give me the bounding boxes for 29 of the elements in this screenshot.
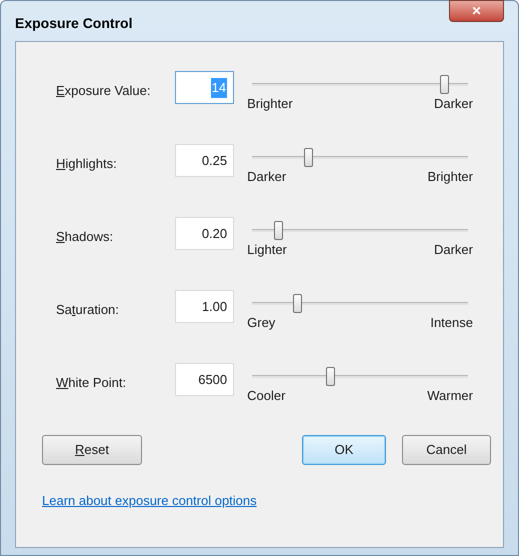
number-field[interactable]: 0.20 xyxy=(175,217,234,250)
slider-thumb[interactable] xyxy=(274,221,284,240)
min-label: Grey xyxy=(247,314,276,332)
field-label: Saturation: xyxy=(55,301,120,319)
field-label: Highlights: xyxy=(55,155,118,173)
cancel-button[interactable]: Cancel xyxy=(402,435,491,465)
field-label: Shadows: xyxy=(55,228,114,246)
reset-button[interactable]: Reset xyxy=(42,435,142,465)
max-label: Darker xyxy=(434,95,473,113)
min-label: Brighter xyxy=(247,95,293,113)
field-label: White Point: xyxy=(55,374,128,392)
min-label: Darker xyxy=(247,168,286,186)
field-label: Exposure Value: xyxy=(55,82,152,100)
min-label: Cooler xyxy=(247,387,286,405)
slider-thumb[interactable] xyxy=(293,294,302,313)
slider-thumb[interactable] xyxy=(326,367,335,386)
number-field[interactable]: 1.00 xyxy=(175,290,234,323)
max-label: Warmer xyxy=(427,387,473,405)
number-field[interactable]: 0.25 xyxy=(175,144,234,177)
max-label: Darker xyxy=(434,241,473,259)
window-title: Exposure Control xyxy=(15,14,132,33)
ok-button[interactable]: OK xyxy=(302,435,386,465)
slider-thumb[interactable] xyxy=(440,75,450,94)
max-label: Intense xyxy=(430,314,473,332)
slider-thumb[interactable] xyxy=(304,148,314,167)
min-label: Lighter xyxy=(247,241,287,259)
help-link[interactable]: Learn about exposure control options xyxy=(42,491,257,510)
number-field[interactable]: 6500 xyxy=(175,363,234,396)
max-label: Brighter xyxy=(427,168,473,186)
